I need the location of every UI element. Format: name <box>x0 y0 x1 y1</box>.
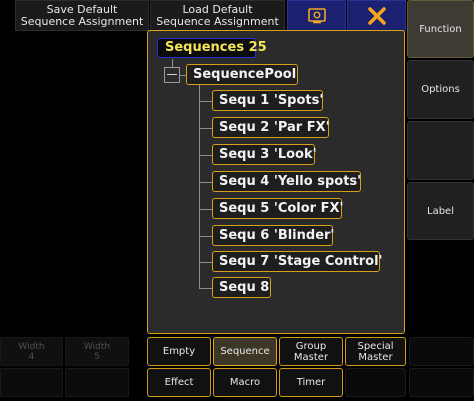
options-button[interactable]: Options <box>407 60 474 119</box>
width-4-button[interactable]: Width 4 <box>0 337 63 366</box>
tree-node-sequence-2[interactable]: Sequ 2 'Par FX' <box>212 117 330 138</box>
width-5-value: 5 <box>94 351 100 362</box>
save-default-sequence-assignment-button[interactable]: Save Default Sequence Assignment <box>15 0 149 31</box>
left-empty-button-2[interactable] <box>65 368 129 397</box>
sequence-filter-button[interactable]: Sequence <box>213 337 277 366</box>
close-button[interactable] <box>347 0 406 31</box>
sequence-tree-panel: Sequences 25 SequencePool Sequ 1 'Spots'… <box>147 30 405 334</box>
tree-connector-5 <box>199 209 213 210</box>
width-5-button[interactable]: Width 5 <box>65 337 129 366</box>
load-default-label-line2: Sequence Assignment <box>156 14 279 28</box>
tree-node-sequence-7[interactable]: Sequ 7 'Stage Control' <box>212 251 383 272</box>
tree-connector-1 <box>199 101 213 102</box>
right-empty-button[interactable] <box>407 121 474 180</box>
tree-root-sequences[interactable]: Sequences 25 <box>157 38 267 58</box>
group-master-button[interactable]: Group Master <box>279 337 343 366</box>
tree-collapse-toggle[interactable] <box>164 67 180 83</box>
special-master-label-2: Master <box>358 351 393 363</box>
group-master-label-2: Master <box>293 351 329 363</box>
tree-connector-4 <box>199 182 213 183</box>
macro-filter-button[interactable]: Macro <box>213 368 277 397</box>
sequence-filter-label: Sequence <box>220 346 270 357</box>
save-default-label-line1: Save Default <box>46 2 118 16</box>
tree-node-sequence-8[interactable]: Sequ 8 <box>212 277 271 298</box>
tree-node-sequence-3[interactable]: Sequ 3 'Look' <box>212 144 317 165</box>
tree-connector-vertical <box>199 85 200 288</box>
tree-connector-8 <box>199 288 213 289</box>
tree-node-sequence-1[interactable]: Sequ 1 'Spots' <box>212 90 323 111</box>
tree-connector-3 <box>199 155 213 156</box>
left-empty-button-1[interactable] <box>0 368 63 397</box>
tree-node-sequence-pool[interactable]: SequencePool <box>186 64 298 85</box>
width-5-label: Width <box>83 341 111 352</box>
save-default-label-line2: Sequence Assignment <box>20 14 144 28</box>
screen-icon <box>307 7 326 23</box>
special-master-button[interactable]: Special Master <box>345 337 406 366</box>
special-master-label-1: Special <box>357 340 394 352</box>
group-master-label-1: Group <box>295 340 327 352</box>
empty-filter-label: Empty <box>162 346 196 357</box>
bottom-empty-button-1[interactable] <box>345 368 406 397</box>
screen-button[interactable] <box>287 0 346 31</box>
load-default-label-line1: Load Default <box>182 2 253 16</box>
effect-filter-label: Effect <box>164 377 194 388</box>
tree-node-sequence-5[interactable]: Sequ 5 'Color FX' <box>212 198 344 219</box>
timer-filter-button[interactable]: Timer <box>279 368 343 397</box>
label-button[interactable]: Label <box>407 182 474 240</box>
empty-filter-button[interactable]: Empty <box>147 337 211 366</box>
bottom-right-empty-button-2[interactable] <box>409 368 474 397</box>
timer-filter-label: Timer <box>296 377 326 388</box>
close-icon <box>367 6 386 25</box>
bottom-right-empty-button-1[interactable] <box>409 337 474 366</box>
tree-node-sequence-4[interactable]: Sequ 4 'Yello spots' <box>212 171 361 192</box>
function-button[interactable]: Function <box>407 0 474 58</box>
tree-connector-root <box>172 59 173 67</box>
macro-filter-label: Macro <box>229 377 261 388</box>
tree-connector-7 <box>199 262 213 263</box>
width-4-value: 4 <box>28 351 35 362</box>
tree-connector-2 <box>199 128 213 129</box>
tree-node-sequence-6[interactable]: Sequ 6 'Blinder' <box>212 225 334 246</box>
load-default-sequence-assignment-button[interactable]: Load Default Sequence Assignment <box>150 0 285 31</box>
effect-filter-button[interactable]: Effect <box>147 368 211 397</box>
tree-connector-6 <box>199 236 213 237</box>
width-4-label: Width <box>18 341 45 352</box>
